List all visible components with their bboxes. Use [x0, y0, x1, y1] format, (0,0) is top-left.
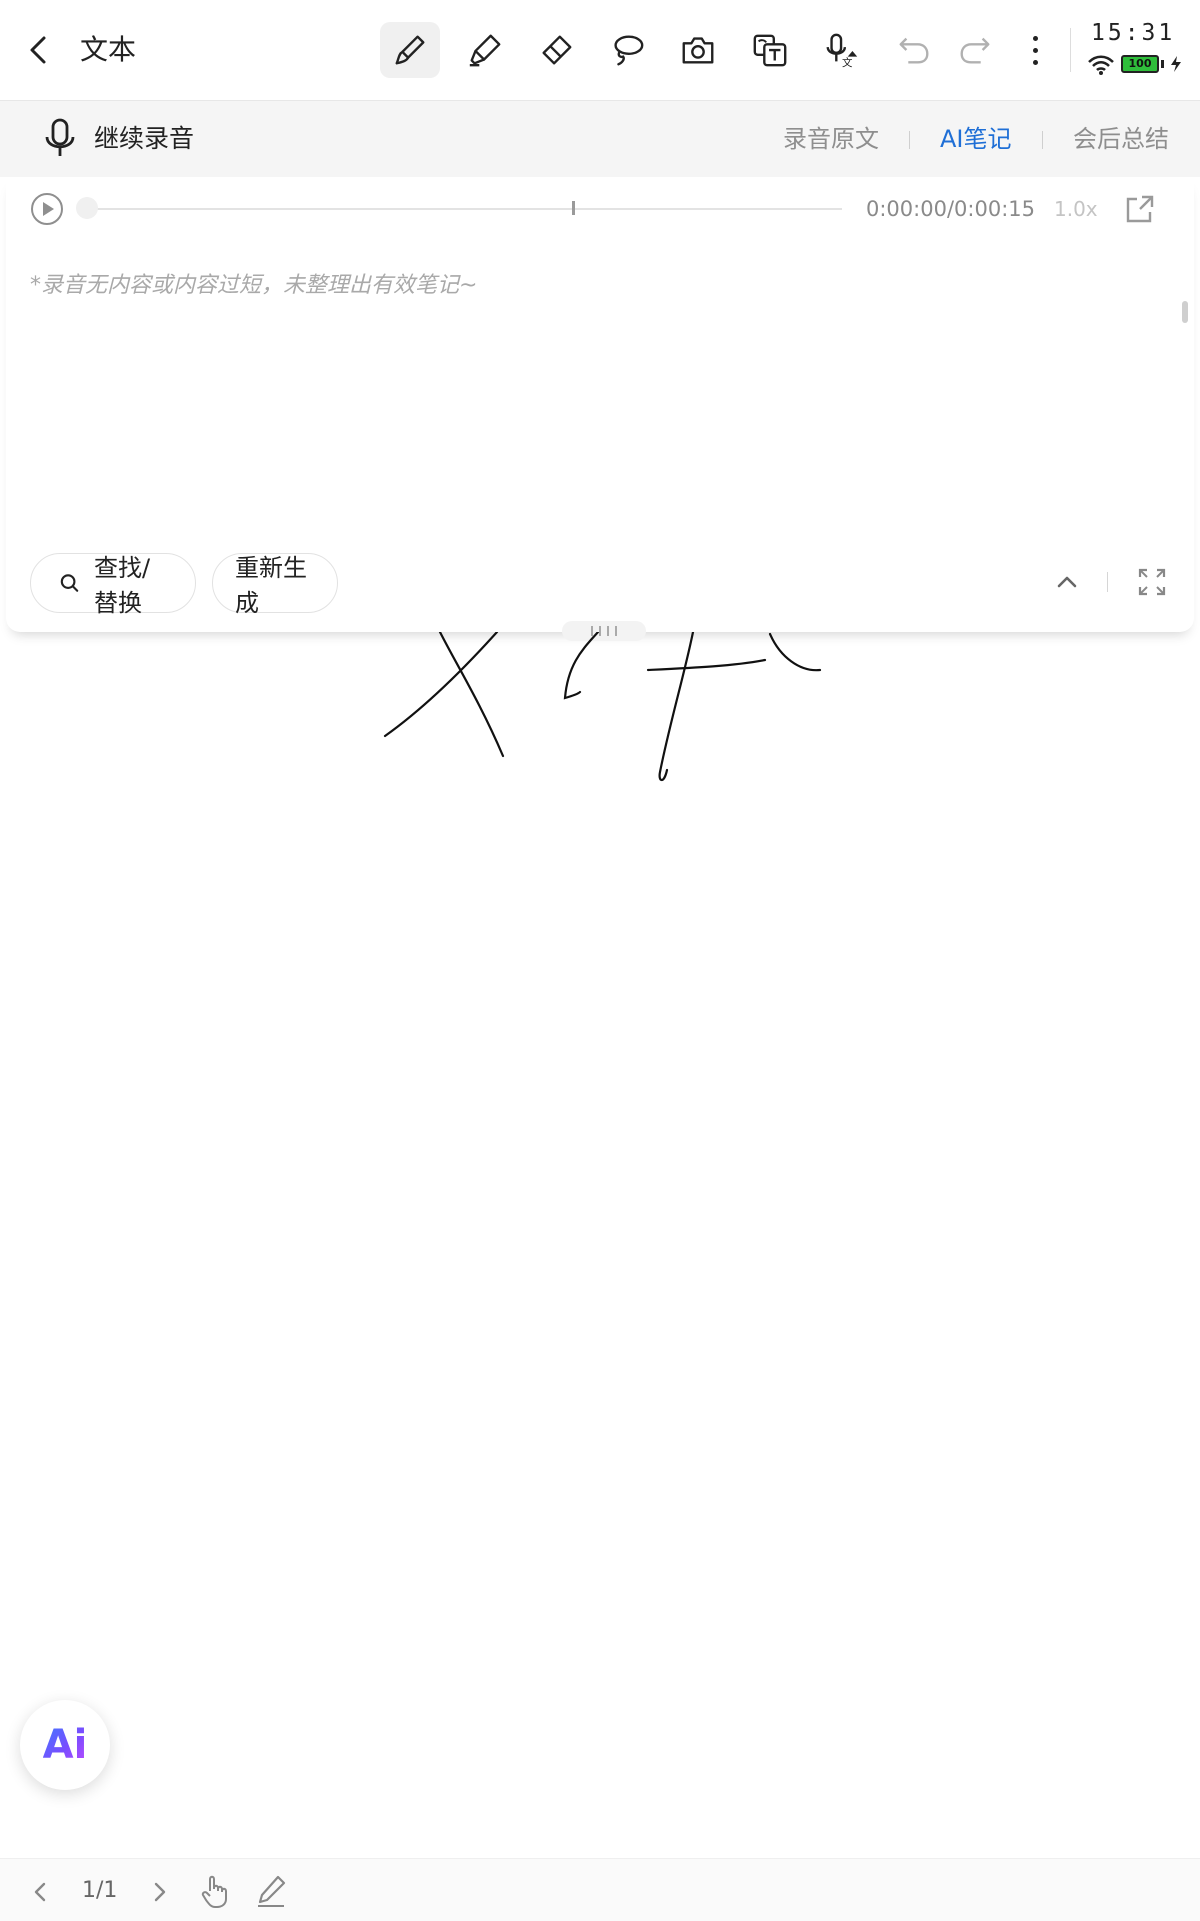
- recording-bar: 继续录音 录音原文 AI笔记 会后总结: [0, 101, 1200, 177]
- page-indicator: 1/1: [82, 1878, 118, 1903]
- playback-progress-track[interactable]: [86, 208, 842, 210]
- find-replace-button[interactable]: 查找/替换: [30, 553, 196, 617]
- pen-edit-icon[interactable]: [254, 1873, 288, 1909]
- search-icon: [60, 574, 79, 592]
- mic-translate-icon: 文: [826, 33, 858, 69]
- lasso-tool-button[interactable]: [597, 22, 657, 78]
- scrollbar[interactable]: [1182, 301, 1188, 323]
- wifi-icon: [1088, 55, 1114, 75]
- fullscreen-icon[interactable]: [1136, 566, 1168, 598]
- ai-assistant-label: Ai: [42, 1722, 88, 1768]
- eraser-icon: [542, 35, 572, 65]
- marker-tool-button[interactable]: [455, 22, 515, 78]
- handwriting-canvas[interactable]: [0, 632, 1200, 812]
- document-title: 文本: [80, 33, 137, 66]
- regenerate-button[interactable]: 重新生成: [212, 553, 338, 617]
- battery-icon: 100: [1121, 55, 1159, 73]
- ai-notes-panel: 0:00:00/0:00:15 1.0x *录音无内容或内容过短，未整理出有效笔…: [6, 177, 1194, 641]
- regenerate-label: 重新生成: [235, 554, 307, 617]
- charging-icon: [1171, 56, 1181, 72]
- svg-text:文: 文: [842, 56, 853, 69]
- text-convert-icon: [753, 34, 787, 67]
- tab-summary[interactable]: 会后总结: [1073, 119, 1169, 159]
- continue-recording-button[interactable]: 继续录音: [94, 119, 194, 159]
- chevron-left-icon[interactable]: [30, 1881, 50, 1903]
- export-icon[interactable]: [1124, 193, 1156, 225]
- undo-icon: [899, 37, 929, 64]
- more-options-icon[interactable]: [1020, 22, 1050, 78]
- tab-separator: [909, 131, 910, 149]
- eraser-tool-button[interactable]: [526, 22, 586, 78]
- ai-assistant-button[interactable]: Ai: [20, 1700, 110, 1790]
- lasso-icon: [614, 35, 644, 66]
- playback-speed[interactable]: 1.0x: [1054, 191, 1098, 227]
- hand-pan-icon[interactable]: [198, 1873, 232, 1909]
- marker-icon: [469, 34, 501, 67]
- brush-icon: [395, 35, 425, 65]
- brush-tool-button[interactable]: [380, 22, 440, 78]
- tab-ai-notes[interactable]: AI笔记: [940, 119, 1012, 159]
- camera-tool-button[interactable]: [668, 22, 728, 78]
- playback-time: 0:00:00/0:00:15: [866, 197, 1035, 221]
- panel-action-separator: [1107, 572, 1108, 592]
- play-icon[interactable]: [30, 192, 64, 226]
- clock: 15:31: [1091, 20, 1176, 46]
- microphone-icon[interactable]: [42, 117, 78, 159]
- find-replace-label: 查找/替换: [94, 554, 151, 617]
- status-bar: 15:31 100: [1085, 18, 1195, 82]
- playback-progress-thumb[interactable]: [76, 197, 98, 219]
- chevron-up-icon[interactable]: [1052, 567, 1082, 597]
- redo-button[interactable]: [945, 22, 1005, 78]
- back-icon[interactable]: [22, 30, 58, 70]
- redo-icon: [960, 37, 990, 64]
- camera-icon: [682, 37, 714, 64]
- battery-level: 100: [1128, 57, 1152, 70]
- tab-transcript[interactable]: 录音原文: [783, 119, 879, 159]
- toolbar-divider: [1070, 28, 1071, 72]
- voice-translate-tool-button[interactable]: 文: [812, 22, 872, 78]
- progress-marker: [572, 201, 575, 215]
- empty-notes-message: *录音无内容或内容过短，未整理出有效笔记~: [30, 273, 478, 298]
- undo-button[interactable]: [884, 22, 944, 78]
- top-toolbar: 文本 文 15:31 100: [0, 0, 1200, 101]
- text-convert-tool-button[interactable]: [740, 22, 800, 78]
- tab-separator: [1042, 131, 1043, 149]
- chevron-right-icon[interactable]: [150, 1881, 170, 1903]
- bottom-page-bar: 1/1: [0, 1858, 1200, 1921]
- battery-tip: [1161, 60, 1164, 68]
